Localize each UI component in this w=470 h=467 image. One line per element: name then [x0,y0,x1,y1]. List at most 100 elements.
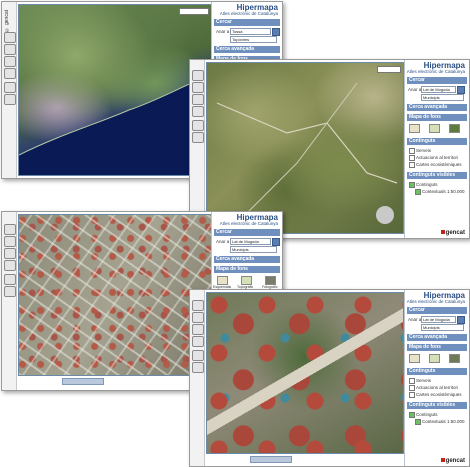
basemap-schematic-swatch[interactable] [409,124,420,133]
app-subtitle: Atles electrònic de Catalunya [219,11,278,16]
vertical-brand: © gencat [4,10,10,33]
section-continguts[interactable]: Continguts [407,368,467,375]
info-icon[interactable] [4,68,16,79]
app-subtitle: Atles electrònic de Catalunya [406,299,465,304]
search-type-select[interactable]: Municipis [230,246,277,253]
layer-label: Actuacions al territori [416,385,459,390]
print-icon[interactable] [4,274,16,285]
goto-label: Anar a [408,87,422,92]
layer-label: Cartes ecosistèmiques [416,162,462,167]
search-go-button[interactable] [272,28,280,36]
zoom-out-icon[interactable] [4,44,16,55]
goto-label: Anar a [408,317,422,322]
search-go-button[interactable] [272,238,280,246]
section-cercar[interactable]: Cercar [214,19,280,26]
search-input[interactable]: Lat de Mogoda [421,316,456,323]
pan-icon[interactable] [192,324,204,335]
section-cercar[interactable]: Cercar [407,307,467,314]
section-mapa-fons[interactable]: Mapa de fons [407,114,467,121]
mail-icon[interactable] [4,286,16,297]
map-view[interactable] [18,214,212,376]
app-subtitle: Atles electrònic de Catalunya [219,221,278,226]
search-type-select[interactable]: Topònims [230,36,277,43]
basemap-schematic-swatch[interactable] [217,276,228,285]
gencat-logo: gencat [440,458,465,464]
basemap-topographic-swatch[interactable] [241,276,252,285]
search-input[interactable]: Lat de Mogoda [230,238,271,245]
layer-label: Serveis [416,378,432,383]
search-type-select[interactable]: Municipis [421,324,464,331]
search-go-button[interactable] [457,86,465,94]
goto-label: Anar a [216,29,230,34]
print-icon[interactable] [192,350,204,361]
layer-checkbox[interactable] [409,385,415,391]
scale-box [377,66,401,73]
section-cercar[interactable]: Cercar [407,77,467,84]
section-cerca-avancada[interactable]: Cerca avançada [407,104,467,111]
section-mapa-fons[interactable]: Mapa de fons [214,266,280,273]
zoom-in-icon[interactable] [192,70,204,81]
layer-checkbox[interactable] [409,162,415,168]
mail-icon[interactable] [4,94,16,105]
visible-layer-checkbox[interactable] [409,412,415,418]
basemap-topographic-swatch[interactable] [429,124,440,133]
tool-column [2,212,17,390]
basemap-photo-swatch[interactable] [449,124,460,133]
map-view[interactable] [206,292,404,454]
visible-layer-checkbox[interactable] [409,182,415,188]
zoom-in-icon[interactable] [192,300,204,311]
section-mapa-fons[interactable]: Mapa de fons [407,344,467,351]
section-cerca-avancada[interactable]: Cerca avançada [214,46,280,53]
map-footer-bar [62,378,104,385]
layer-label: Cartes ecosistèmiques [416,392,462,397]
layer-checkbox[interactable] [409,378,415,384]
visible-layer-checkbox[interactable] [415,419,421,425]
visible-layer-label: Contextuals 1:50.000 [422,419,465,424]
basemap-photo-swatch[interactable] [265,276,276,285]
zoom-out-icon[interactable] [4,236,16,247]
tool-column: © gencat [2,2,17,178]
visible-layer-checkbox[interactable] [415,189,421,195]
zoom-in-icon[interactable] [4,32,16,43]
basemap-photo-swatch[interactable] [449,354,460,363]
mail-icon[interactable] [192,132,204,143]
zoom-out-icon[interactable] [192,312,204,323]
basemap-topographic-swatch[interactable] [429,354,440,363]
map-view[interactable] [206,62,404,234]
layer-checkbox[interactable] [409,392,415,398]
section-continguts[interactable]: Continguts [407,138,467,145]
coastline-overlay [19,74,211,175]
search-type-select[interactable]: Municipis [421,94,464,101]
side-panel: Hipermapa Atles electrònic de Catalunya … [404,290,469,466]
section-continguts-visibles[interactable]: Continguts visibles [407,172,467,179]
search-input[interactable]: Lat de Mogoda [421,86,456,93]
pan-icon[interactable] [192,94,204,105]
search-input[interactable]: Tossa [230,28,271,35]
section-cerca-avancada[interactable]: Cerca avançada [214,256,280,263]
zoom-in-icon[interactable] [4,224,16,235]
pan-icon[interactable] [4,248,16,259]
goto-label: Anar a [216,239,230,244]
layer-checkbox[interactable] [409,148,415,154]
mail-icon[interactable] [192,362,204,373]
info-icon[interactable] [4,260,16,271]
print-icon[interactable] [4,82,16,93]
app-subtitle: Atles electrònic de Catalunya [406,69,465,74]
info-icon[interactable] [192,336,204,347]
pan-icon[interactable] [4,56,16,67]
tool-column [190,290,205,466]
zoom-out-icon[interactable] [192,82,204,93]
section-continguts-visibles[interactable]: Continguts visibles [407,402,467,409]
search-go-button[interactable] [457,316,465,324]
gencat-logo: gencat [440,230,465,236]
visible-layer-label: Continguts [416,182,438,187]
roads-overlay [216,82,398,224]
section-cercar[interactable]: Cercar [214,229,280,236]
print-icon[interactable] [192,120,204,131]
visible-layer-label: Continguts [416,412,438,417]
info-icon[interactable] [192,106,204,117]
basemap-schematic-swatch[interactable] [409,354,420,363]
map-view[interactable] [18,4,212,176]
section-cerca-avancada[interactable]: Cerca avançada [407,334,467,341]
layer-checkbox[interactable] [409,155,415,161]
